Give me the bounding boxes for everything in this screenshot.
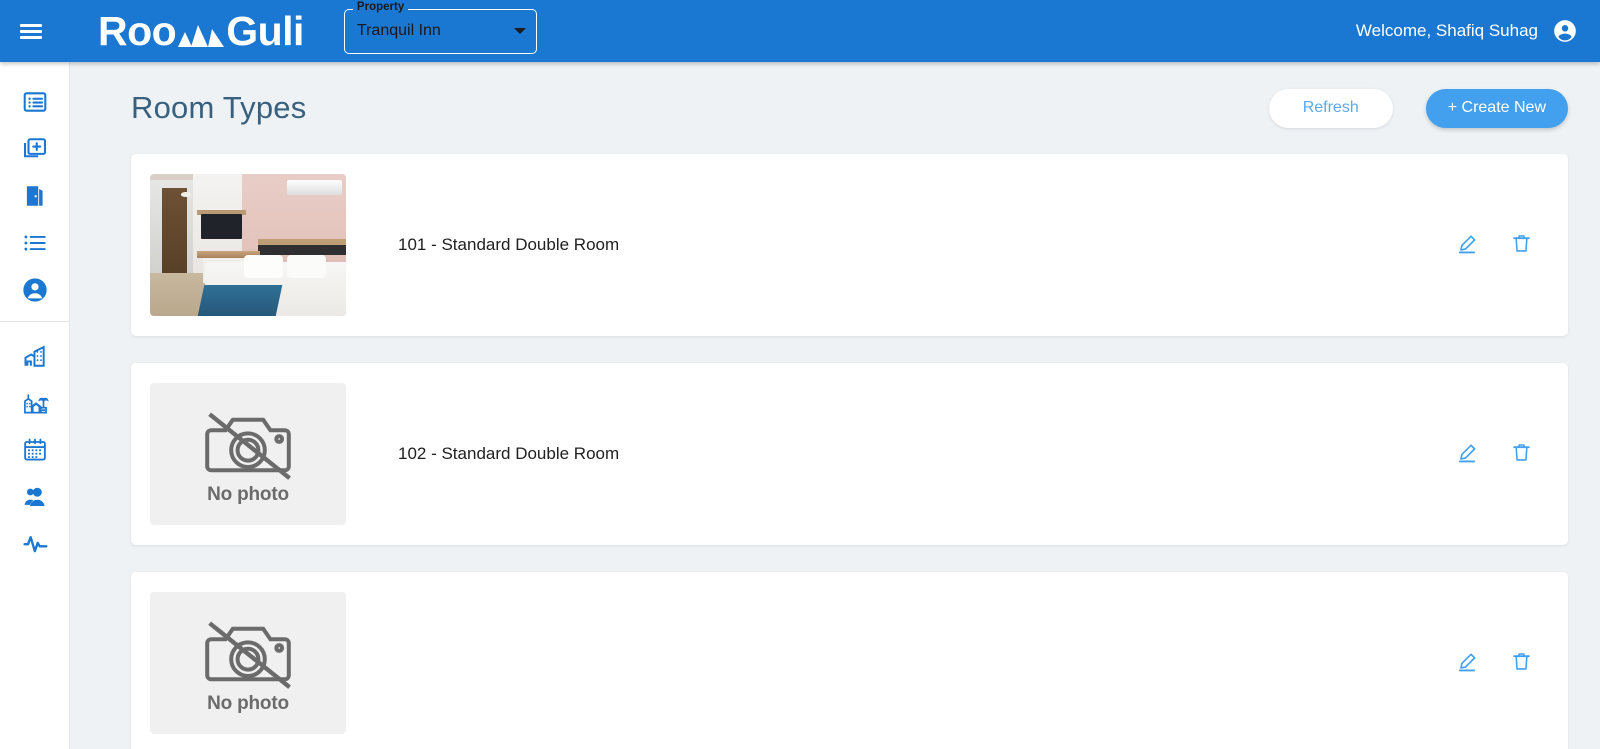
sidebar-item-resorts[interactable] (0, 379, 70, 426)
chevron-down-icon (513, 28, 526, 34)
calendar-icon (22, 437, 48, 463)
account-circle-icon[interactable] (1552, 18, 1578, 44)
room-type-card[interactable]: No photo 102 - Standard Double Room (131, 363, 1568, 545)
room-thumbnail[interactable]: No photo (150, 383, 346, 525)
delete-room-button[interactable] (1507, 438, 1536, 470)
sidebar-item-new-booking[interactable] (0, 125, 70, 172)
welcome-text: Welcome, Shafiq Suhag (1355, 21, 1538, 40)
refresh-button[interactable]: Refresh (1268, 88, 1393, 128)
sidebar-item-room-types[interactable] (0, 219, 70, 266)
door-icon (22, 183, 48, 209)
room-thumbnail[interactable]: No photo (150, 592, 346, 734)
logo-text-left: Roo (98, 7, 177, 54)
page-header-actions: Refresh + Create New (1268, 88, 1568, 128)
top-app-bar: Roo Guli Property Tranquil Inn Welcome, … (0, 0, 1600, 62)
no-photo-label: No photo (207, 692, 289, 714)
property-select[interactable]: Property Tranquil Inn (343, 1, 537, 54)
trash-delete-icon (1511, 442, 1532, 466)
edit-pencil-icon (1456, 651, 1478, 676)
user-menu[interactable]: Welcome, Shafiq Suhag (1356, 18, 1578, 44)
edit-room-button[interactable] (1452, 229, 1482, 262)
add-box-icon (22, 136, 48, 162)
room-row-actions (1452, 438, 1536, 471)
delete-room-button[interactable] (1507, 229, 1536, 261)
sidebar-item-guests[interactable] (0, 266, 70, 313)
room-type-name: 101 - Standard Double Room (398, 235, 620, 254)
room-type-card[interactable]: 101 - Standard Double Room (131, 154, 1568, 336)
no-photo-placeholder: No photo (150, 383, 346, 525)
edit-room-button[interactable] (1452, 647, 1482, 680)
property-select-label: Property (352, 1, 409, 13)
page-title: Room Types (131, 90, 307, 125)
apartment-icon (22, 343, 48, 369)
sidebar-item-calendar[interactable] (0, 426, 70, 473)
room-type-name: 102 - Standard Double Room (398, 444, 620, 463)
room-row-actions (1452, 229, 1536, 262)
sidebar-item-bookings-list[interactable] (0, 78, 70, 125)
list-box-icon (22, 89, 48, 115)
property-select-field[interactable]: Tranquil Inn (343, 8, 537, 54)
page-header: Room Types Refresh + Create New (70, 62, 1600, 154)
sidebar-divider (0, 321, 69, 322)
main-content: Room Types Refresh + Create New 101 - St… (70, 62, 1600, 749)
person-circle-icon (21, 276, 49, 304)
activity-pulse-icon (22, 530, 49, 557)
left-icon-sidebar (0, 62, 70, 749)
hotel-room-photo (150, 174, 346, 316)
room-type-card[interactable]: No photo (131, 572, 1568, 749)
support-agent-icon (22, 483, 49, 510)
sidebar-item-staff[interactable] (0, 473, 70, 520)
edit-pencil-icon (1456, 442, 1478, 467)
no-photo-label: No photo (207, 483, 289, 505)
logo-text-right: Guli (226, 7, 304, 54)
room-type-list: 101 - Standard Double Room No photo 102 … (70, 154, 1600, 749)
sidebar-item-activity[interactable] (0, 520, 70, 567)
trash-delete-icon (1511, 233, 1532, 257)
create-new-button[interactable]: + Create New (1425, 88, 1568, 128)
mountain-icon (178, 14, 225, 55)
room-thumbnail[interactable] (150, 174, 346, 316)
no-camera-icon (200, 612, 296, 697)
resort-village-icon (22, 389, 49, 416)
trash-delete-icon (1511, 651, 1532, 675)
sidebar-item-rooms[interactable] (0, 172, 70, 219)
hamburger-menu-icon (20, 21, 42, 42)
hamburger-menu-button[interactable] (0, 0, 62, 62)
app-logo[interactable]: Roo Guli (98, 7, 304, 55)
edit-pencil-icon (1456, 233, 1478, 258)
delete-room-button[interactable] (1507, 647, 1536, 679)
bullet-list-icon (22, 230, 48, 256)
sidebar-item-properties[interactable] (0, 332, 70, 379)
property-select-value: Tranquil Inn (356, 22, 441, 39)
no-photo-placeholder: No photo (150, 592, 346, 734)
no-camera-icon (200, 403, 296, 488)
room-row-actions (1452, 647, 1536, 680)
edit-room-button[interactable] (1452, 438, 1482, 471)
